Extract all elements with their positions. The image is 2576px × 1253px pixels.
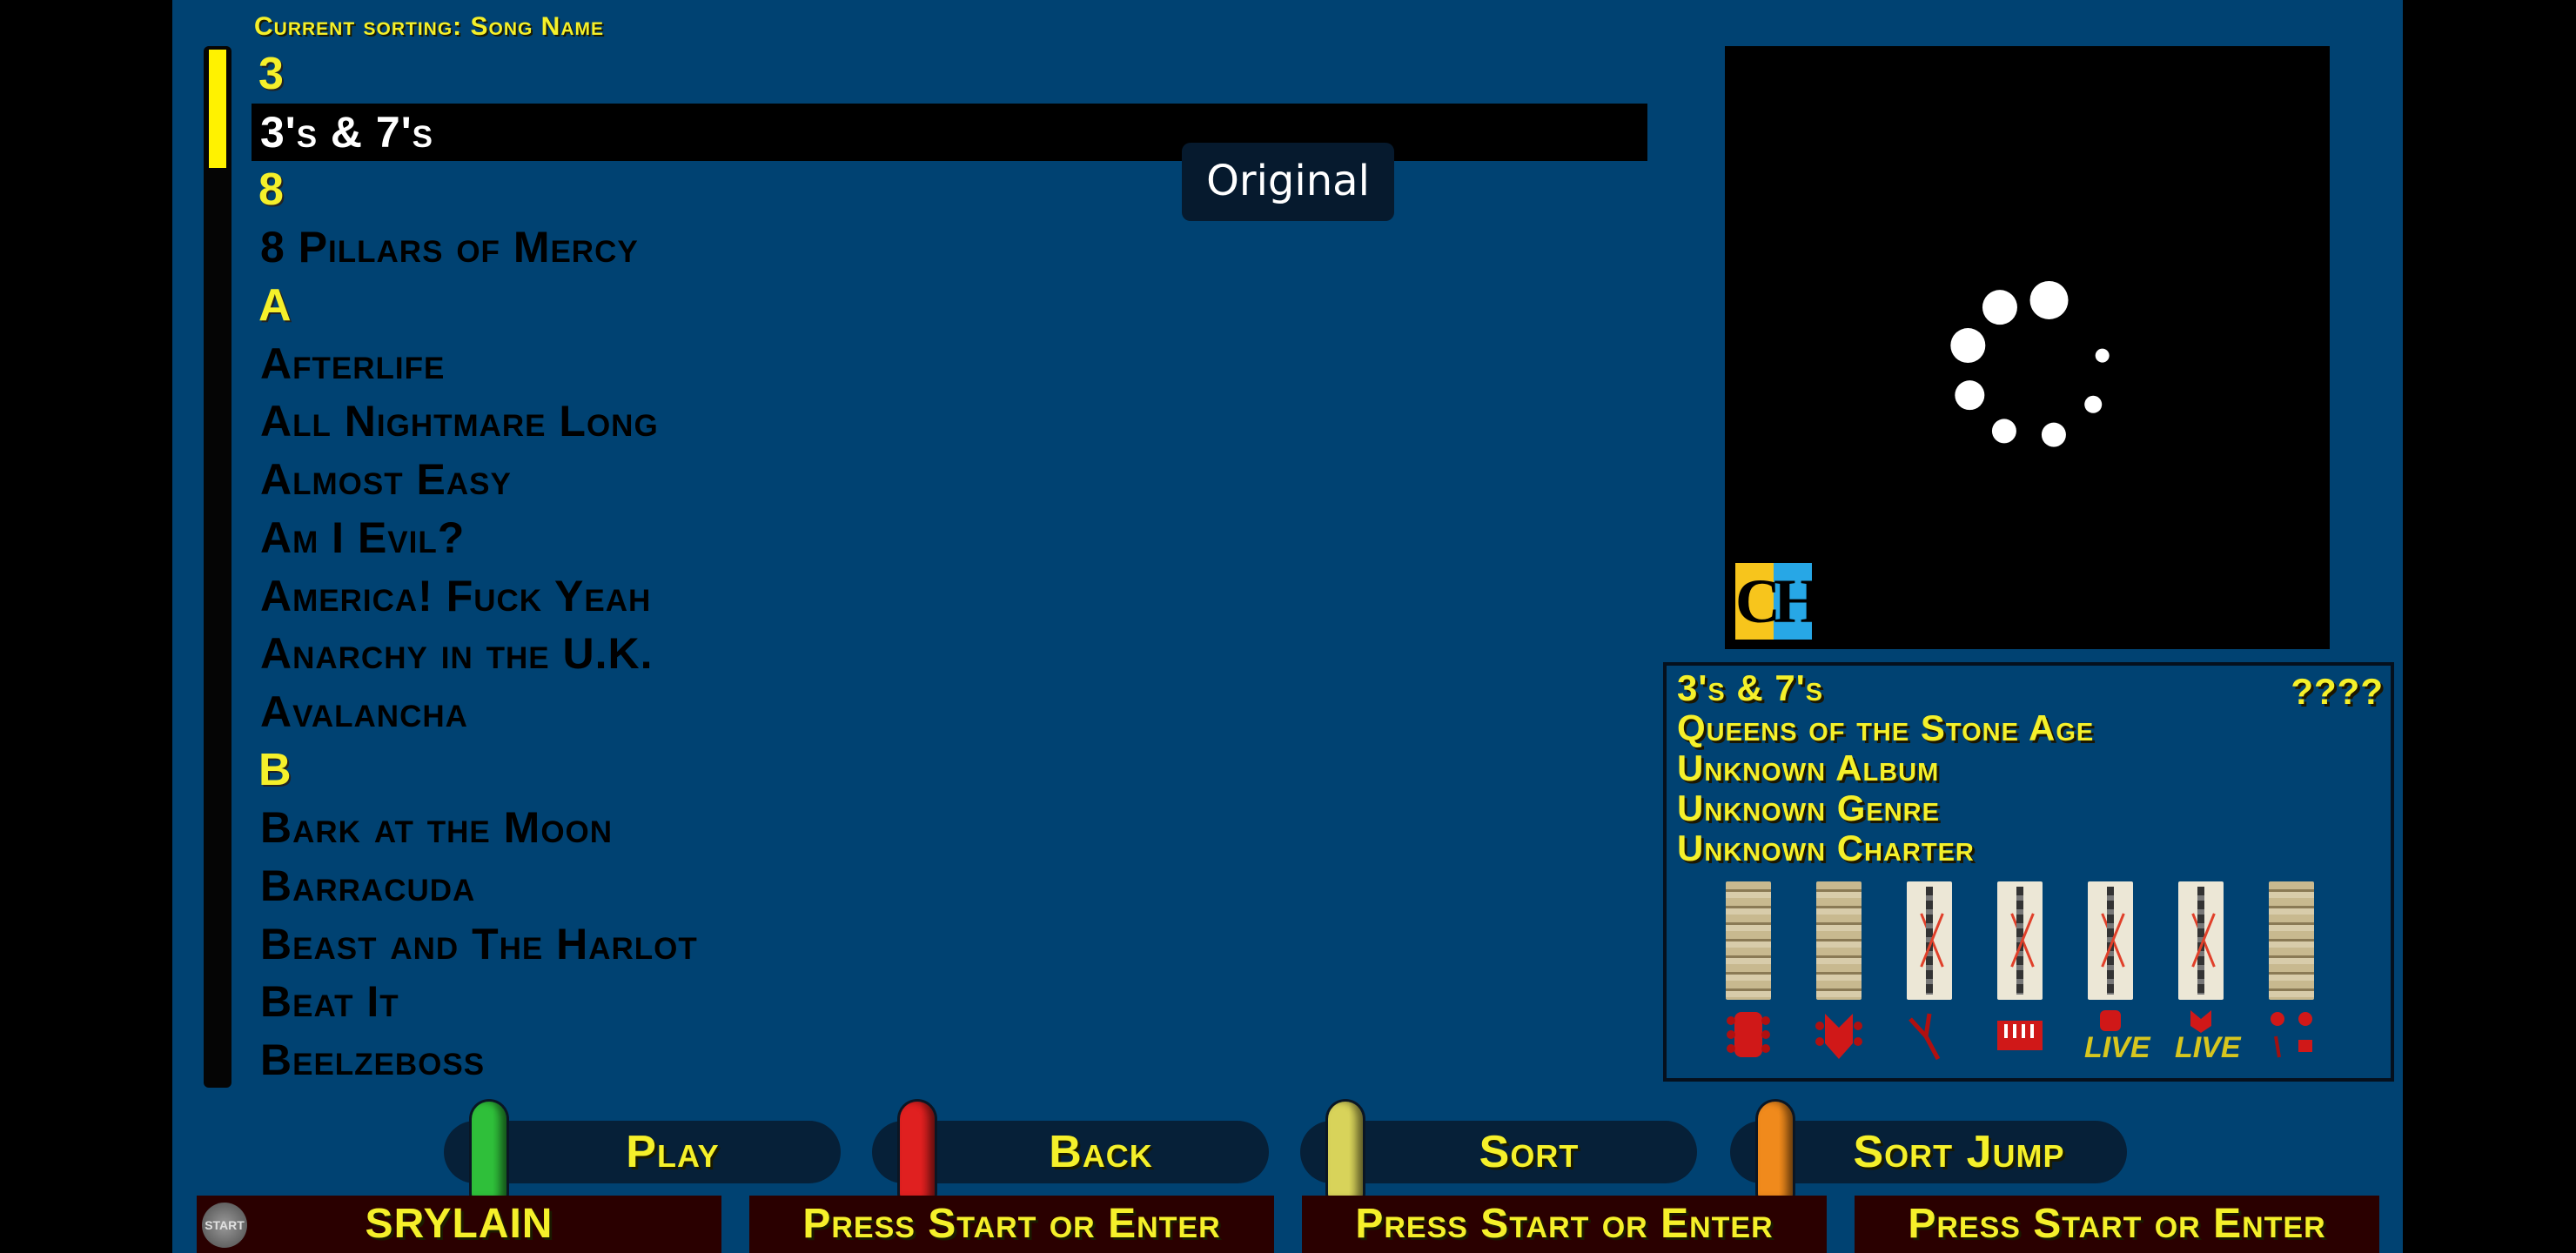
spinner-dot bbox=[1955, 380, 1985, 411]
section-header: A bbox=[258, 280, 292, 332]
selected-song-row[interactable]: 3's & 7's bbox=[252, 103, 1647, 161]
spinner-dot bbox=[1950, 328, 1986, 364]
section-header: B bbox=[258, 744, 292, 795]
player-slots: START SRYLAIN Press Start or Enter Press… bbox=[172, 1196, 2403, 1253]
press-start-prompt: Press Start or Enter bbox=[1908, 1201, 2326, 1247]
action-buttons: Play Back Sort Sort Jump bbox=[172, 1095, 2403, 1199]
orange-fret-icon bbox=[1758, 1102, 1793, 1199]
song-row[interactable]: Barracuda bbox=[252, 857, 1647, 915]
player-slot-1[interactable]: START SRYLAIN bbox=[197, 1196, 721, 1253]
difficulty-meter bbox=[2178, 881, 2224, 1000]
song-list: 3 3's & 7's 8 8 Pillars of Mercy A Afterlife A… bbox=[252, 45, 1647, 1089]
song-charter: Unknown Charter bbox=[1677, 828, 1975, 868]
song-row[interactable]: Bark at the Moon bbox=[252, 799, 1647, 857]
instrument-drums bbox=[2265, 881, 2318, 1073]
section-header: 3 bbox=[258, 49, 285, 99]
song-genre: Unknown Genre bbox=[1677, 787, 1940, 828]
song-album: Unknown Album bbox=[1677, 747, 1940, 788]
song-year: ???? bbox=[2291, 671, 2384, 712]
sort-button[interactable]: Sort bbox=[1300, 1102, 1697, 1199]
song-row[interactable]: 8 Pillars of Mercy bbox=[252, 218, 1647, 277]
live-label: LIVE bbox=[2175, 1031, 2241, 1064]
rhythm-guitar-icon bbox=[1909, 1013, 1941, 1061]
original-tooltip: Original bbox=[1182, 143, 1394, 221]
song-info-panel: 3's & 7's ???? Queens of the Stone Age U… bbox=[1663, 662, 2394, 1082]
album-art: C H bbox=[1725, 46, 2330, 649]
player-slot-2[interactable]: Press Start or Enter bbox=[749, 1196, 1274, 1253]
current-sorting-label: Current sorting: Song Name bbox=[254, 12, 605, 41]
loading-spinner-icon bbox=[1950, 280, 2110, 447]
press-start-prompt: Press Start or Enter bbox=[1355, 1201, 1774, 1247]
instrument-bass bbox=[1813, 881, 1865, 1073]
song-select-screen: Current sorting: Song Name 3 3's & 7's 8 8 … bbox=[172, 0, 2403, 1253]
song-artist: Queens of the Stone Age bbox=[1677, 707, 2095, 748]
instrument-difficulties: LIVE LIVE bbox=[1722, 881, 2349, 1073]
instrument-rhythm bbox=[1903, 881, 1955, 1073]
difficulty-meter bbox=[2088, 881, 2133, 1000]
spinner-dot bbox=[2095, 348, 2110, 363]
difficulty-meter bbox=[1997, 881, 2043, 1000]
section-header: 8 bbox=[258, 164, 285, 215]
sort-jump-button[interactable]: Sort Jump bbox=[1730, 1102, 2127, 1199]
red-fret-icon bbox=[900, 1102, 935, 1199]
player-name: SRYLAIN bbox=[365, 1201, 553, 1247]
guitar-icon bbox=[1727, 1012, 1770, 1057]
player-slot-4[interactable]: Press Start or Enter bbox=[1855, 1196, 2379, 1253]
song-row[interactable]: Beelzeboss bbox=[252, 1031, 1647, 1089]
drums-icon bbox=[2271, 1012, 2312, 1058]
instrument-guitar bbox=[1722, 881, 1774, 1073]
song-row[interactable]: America! Fuck Yeah bbox=[252, 567, 1647, 626]
bass-icon bbox=[1815, 1014, 1862, 1059]
play-button[interactable]: Play bbox=[444, 1102, 841, 1199]
live-label: LIVE bbox=[2084, 1031, 2150, 1064]
press-start-prompt: Press Start or Enter bbox=[802, 1201, 1221, 1247]
instrument-bass-ghl: LIVE bbox=[2175, 881, 2241, 1073]
difficulty-meter bbox=[1816, 881, 1862, 1000]
spinner-dot bbox=[1991, 419, 2016, 444]
song-row[interactable]: Avalancha bbox=[252, 683, 1647, 741]
song-row[interactable]: Almost Easy bbox=[252, 451, 1647, 509]
difficulty-meter bbox=[2269, 881, 2314, 1000]
song-row[interactable]: Am I Evil? bbox=[252, 509, 1647, 567]
song-row[interactable]: Beat It bbox=[252, 973, 1647, 1031]
instrument-keys bbox=[1994, 881, 2046, 1073]
song-row[interactable]: Beast and The Harlot bbox=[252, 915, 1647, 974]
scrollbar-thumb[interactable] bbox=[209, 50, 226, 168]
back-button[interactable]: Back bbox=[872, 1102, 1269, 1199]
keys-icon bbox=[1997, 1021, 2043, 1050]
spinner-dot bbox=[1982, 290, 2017, 325]
difficulty-meter bbox=[1726, 881, 1771, 1000]
player-slot-3[interactable]: Press Start or Enter bbox=[1302, 1196, 1827, 1253]
song-row[interactable]: Anarchy in the U.K. bbox=[252, 625, 1647, 683]
song-list-scrollbar[interactable] bbox=[204, 46, 231, 1088]
song-row[interactable]: Afterlife bbox=[252, 335, 1647, 393]
song-row[interactable]: All Nightmare Long bbox=[252, 392, 1647, 451]
difficulty-meter bbox=[1907, 881, 1952, 1000]
clone-hero-logo-icon: C H bbox=[1735, 563, 1812, 640]
song-title: 3's & 7's bbox=[1677, 667, 1824, 708]
instrument-guitar-ghl: LIVE bbox=[2084, 881, 2150, 1073]
spinner-dot bbox=[2029, 280, 2069, 319]
spinner-dot bbox=[2041, 422, 2066, 447]
spinner-dot bbox=[2084, 395, 2103, 413]
yellow-fret-icon bbox=[1328, 1102, 1363, 1199]
green-fret-icon bbox=[472, 1102, 506, 1199]
